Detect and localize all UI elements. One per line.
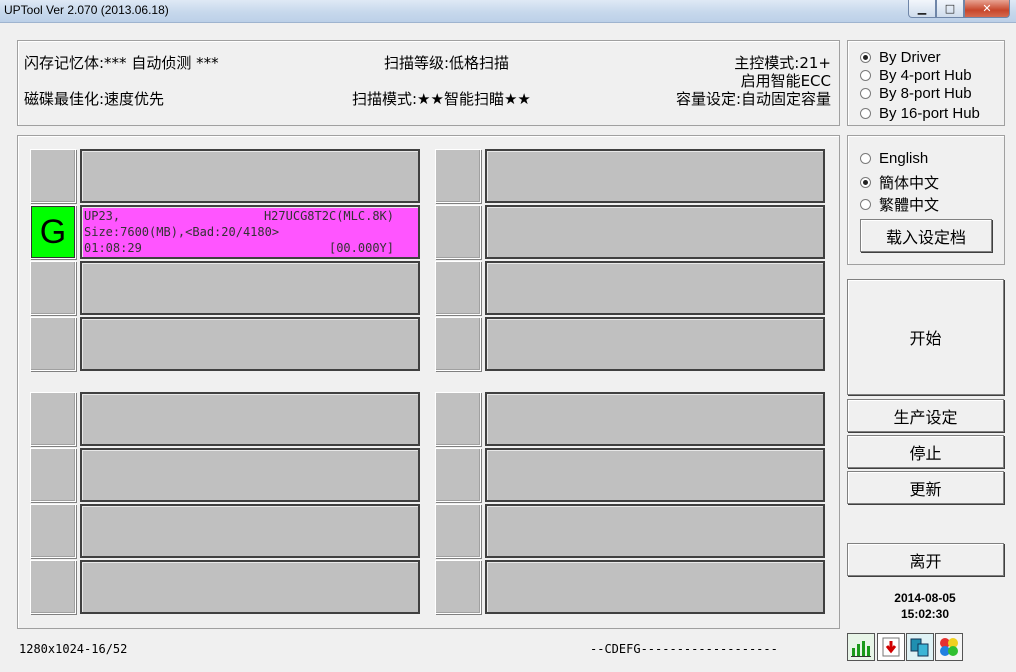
radio-by-4-port-hub[interactable]: By 4-port Hub [860, 67, 972, 84]
time-label: 15:02:30 [900, 607, 950, 621]
radio-dot-icon [860, 177, 871, 188]
radio-by-16-port-hub[interactable]: By 16-port Hub [860, 105, 980, 122]
radio-traditional-chinese[interactable]: 繁體中文 [860, 194, 939, 215]
color-palette-icon[interactable] [935, 633, 963, 661]
datetime-display: 2014-08-05 15:02:30 [847, 590, 1003, 622]
close-button[interactable]: ✕ [964, 0, 1010, 18]
update-button[interactable]: 更新 [847, 471, 1004, 504]
radio-dot-icon [860, 70, 871, 81]
radio-dot-icon [860, 153, 871, 164]
port-name: UP23, [84, 209, 121, 223]
resolution-status: 1280x1024-16/52 [19, 642, 128, 656]
minimize-icon: ▁ [917, 2, 927, 15]
flash-memory-label: 闪存记忆体:*** 自动侦测 *** [24, 54, 219, 72]
scan-level-label: 扫描等级:低格扫描 [384, 54, 510, 72]
radio-by-8-port-hub[interactable]: By 8-port Hub [860, 85, 972, 102]
date-label: 2014-08-05 [894, 591, 956, 605]
exit-button[interactable]: 离开 [847, 543, 1004, 576]
radio-dot-icon [860, 199, 871, 210]
radio-dot-icon [860, 108, 871, 119]
capacity-setting-label: 容量设定:自动固定容量 [675, 90, 831, 108]
window-title: UPTool Ver 2.070 (2013.06.18) [4, 3, 169, 17]
maximize-icon: □ [944, 2, 956, 15]
radio-english[interactable]: English [860, 150, 928, 167]
port-status-indicator: G [31, 206, 75, 258]
download-icon[interactable] [877, 633, 905, 661]
load-config-button[interactable]: 载入设定档 [860, 219, 992, 252]
start-button[interactable]: 开始 [847, 279, 1004, 395]
language-panel: English 簡体中文 繁體中文 载入设定档 [847, 135, 1005, 265]
driver-mode-panel: By Driver By 4-port Hub By 8-port Hub By… [847, 40, 1005, 126]
port-size: Size:7600(MB),<Bad:20/4180> [84, 225, 280, 239]
port-progress: [00.000Y] [328, 241, 394, 255]
scan-mode-label: 扫描模式:★★智能扫瞄★★ [352, 90, 531, 108]
radio-by-driver[interactable]: By Driver [860, 49, 941, 66]
maximize-button[interactable]: □ [936, 0, 964, 18]
production-settings-button[interactable]: 生产设定 [847, 399, 1004, 432]
port-flash-id: H27UCG8T2C(MLC.8K) [263, 209, 394, 223]
port-info-bar: UP23, H27UCG8T2C(MLC.8K) Size:7600(MB),<… [80, 205, 420, 259]
minimize-button[interactable]: ▁ [908, 0, 936, 18]
port-elapsed-time: 01:08:29 [84, 241, 142, 255]
port-grid: G UP23, H27UCG8T2C(MLC.8K) Size:7600(MB)… [17, 135, 840, 629]
drive-letters-status: --CDEFG------------------- [590, 642, 778, 656]
radio-dot-icon [860, 52, 871, 63]
copy-icon[interactable] [906, 633, 934, 661]
close-icon: ✕ [982, 2, 992, 15]
radio-dot-icon [860, 88, 871, 99]
info-panel: 闪存记忆体:*** 自动侦测 *** 扫描等级:低格扫描 主控模式:21+ 启用… [17, 40, 840, 126]
chart-icon[interactable] [847, 633, 875, 661]
disk-optimization-label: 磁碟最佳化:速度优先 [24, 90, 165, 108]
title-bar: UPTool Ver 2.070 (2013.06.18) ▁ □ ✕ [0, 0, 1016, 23]
stop-button[interactable]: 停止 [847, 435, 1004, 468]
radio-simplified-chinese[interactable]: 簡体中文 [860, 172, 939, 193]
